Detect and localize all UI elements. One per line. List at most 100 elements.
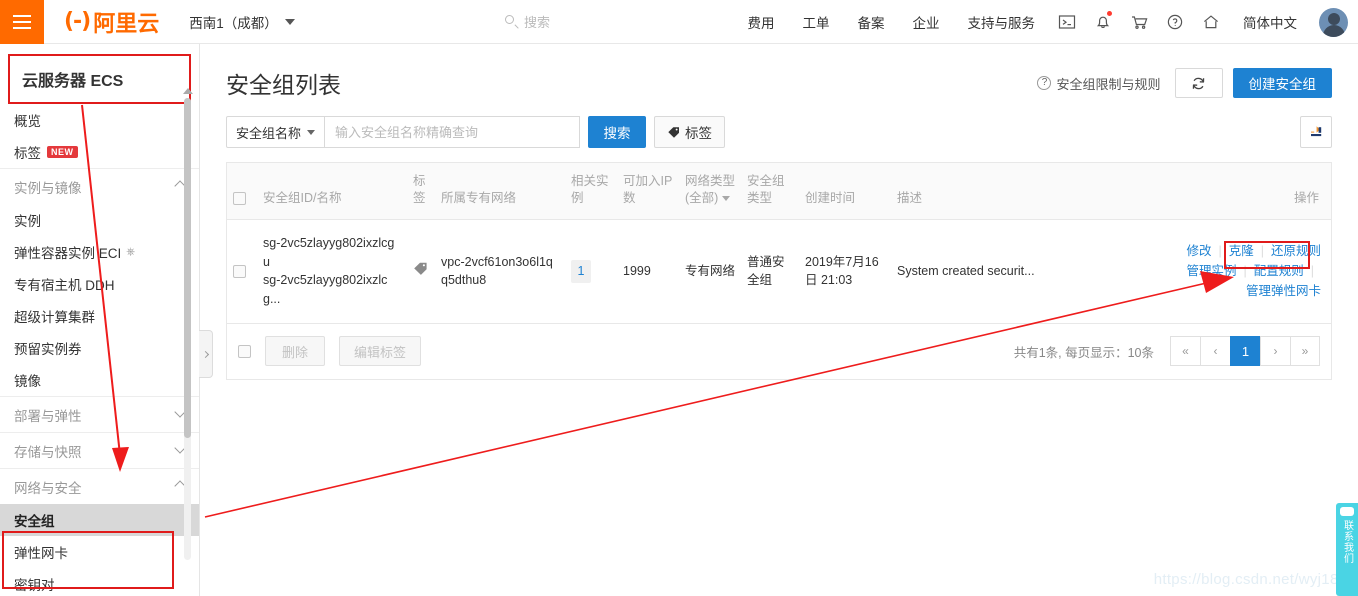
top-nav-item-support[interactable]: 支持与服务 [954,12,1050,32]
hamburger-menu-icon[interactable] [0,0,44,44]
chevron-down-icon [307,129,315,135]
column-header-tag: 标签 [407,163,435,220]
column-header-operations: 操作 [1041,163,1331,220]
external-link-icon: ⎈ [126,245,136,258]
sidebar-item-eci[interactable]: 弹性容器实例 ECI ⎈ [0,236,199,268]
main-content: 安全组列表 ? 安全组限制与规则 创建安全组 安全组名称 输入安全组名称精确查询… [200,44,1358,596]
top-nav-item-icp[interactable]: 备案 [844,12,899,32]
top-nav-item-ticket[interactable]: 工单 [789,12,844,32]
sidebar-scrollbar[interactable] [183,88,193,560]
top-nav-item-fee[interactable]: 费用 [734,12,789,32]
sidebar-group-label: 存储与快照 [14,444,82,460]
app-root: (-) 阿里云 西南1（成都） 搜索 费用 工单 备案 企业 支持与服务 简体中… [0,0,1358,596]
sidebar-group-deploy-elastic[interactable]: 部署与弹性 [0,396,199,432]
sidebar-group-network-security[interactable]: 网络与安全 [0,468,199,504]
sidebar-item-ddh[interactable]: 专有宿主机 DDH [0,268,199,300]
tag-filter-button[interactable]: 标签 [654,116,725,148]
vpc-text: vpc-2vcf61on3o6l1qq5dthu8 [441,254,553,288]
export-icon [1311,126,1322,137]
contact-us-tab[interactable]: 联系我们 [1336,503,1358,596]
product-title: 云服务器 ECS [8,54,191,104]
top-nav-links: 费用 工单 备案 企业 支持与服务 简体中文 [734,0,1358,44]
filter-type-select[interactable]: 安全组名称 [226,116,325,148]
page-last-button[interactable]: » [1290,336,1320,367]
new-badge: NEW [47,146,78,158]
tag-icon[interactable] [413,260,429,276]
filter-type-value: 安全组名称 [236,125,302,141]
page-first-button[interactable]: « [1170,336,1200,367]
question-icon[interactable] [1157,0,1193,44]
total-count-text: 共有1条, 每页显示：10条 [1013,345,1154,360]
sidebar-group-label: 实例与镜像 [14,180,82,196]
action-modify[interactable]: 修改 [1186,241,1211,261]
cell-network-type: 专有网络 [679,219,741,324]
sidebar-item-security-group[interactable]: 安全组 [0,504,199,536]
select-all-checkbox[interactable] [233,192,246,206]
action-manage-instances[interactable]: 管理实例 [1186,261,1236,281]
sidebar-item-label: 安全组 [14,514,55,529]
create-security-group-button[interactable]: 创建安全组 [1232,68,1332,98]
export-button[interactable] [1300,116,1332,148]
row-checkbox[interactable] [233,265,246,279]
sg-id-text: sg-2vc5zlayyg802ixzlcgu [263,235,395,269]
page-prev-button[interactable]: ‹ [1200,336,1230,367]
column-header-network-type[interactable]: 网络类型(全部) [679,163,741,220]
search-input[interactable] [325,116,580,148]
refresh-button[interactable] [1174,68,1223,98]
edit-tag-button[interactable]: 编辑标签 [339,336,422,367]
sidebar-item-label: 实例 [14,214,41,229]
sidebar-item-label: 弹性网卡 [14,546,68,561]
column-header-created: 创建时间 [799,163,891,220]
page-number-1[interactable]: 1 [1230,336,1260,367]
action-configure-rules[interactable]: 配置规则 [1254,261,1304,281]
scrollbar-thumb[interactable] [184,98,191,438]
aliyun-logo[interactable]: (-) 阿里云 [64,6,159,38]
pagination-area: 共有1条, 每页显示：10条 « ‹ 1 › » [1013,336,1320,367]
footer-select-all-checkbox[interactable] [238,344,251,358]
aliyun-logo-text: 阿里云 [93,10,160,36]
aliyun-logo-mark: (-) [64,9,91,34]
page-header: 安全组列表 ? 安全组限制与规则 创建安全组 [200,44,1358,112]
action-restore-rules[interactable]: 还原规则 [1271,241,1321,261]
action-manage-eni[interactable]: 管理弹性网卡 [1246,281,1321,301]
sidebar-item-instance[interactable]: 实例 [0,204,199,236]
sidebar-item-image[interactable]: 镜像 [0,364,199,396]
cell-vpc: vpc-2vcf61on3o6l1qq5dthu8 [435,219,565,324]
sidebar-item-scc[interactable]: 超级计算集群 [0,300,199,332]
sidebar-collapse-handle[interactable] [199,330,213,378]
security-group-limits-link[interactable]: ? 安全组限制与规则 [1037,74,1161,93]
terminal-icon[interactable] [1049,0,1085,44]
sidebar-item-tags[interactable]: 标签 NEW [0,136,199,168]
search-button[interactable]: 搜索 [588,116,646,148]
row-select-cell [227,219,257,324]
top-nav-item-enterprise[interactable]: 企业 [899,12,954,32]
sidebar-item-overview[interactable]: 概览 [0,104,199,136]
sidebar-item-label: 密钥对 [14,578,55,593]
language-selector[interactable]: 简体中文 [1229,12,1311,32]
sg-name-text: sg-2vc5zlayyg802ixzlcg... [263,273,388,306]
delete-button[interactable]: 删除 [265,336,325,367]
action-clone[interactable]: 克隆 [1229,241,1254,261]
global-search[interactable]: 搜索 [505,12,550,31]
cart-icon[interactable] [1121,0,1157,44]
bell-icon[interactable] [1085,0,1121,44]
cell-instances: 1 [565,219,617,324]
region-selector[interactable]: 西南1（成都） [189,12,295,32]
sidebar-item-eni[interactable]: 弹性网卡 [0,536,199,568]
instance-count-badge[interactable]: 1 [571,259,591,283]
user-avatar[interactable] [1319,7,1348,37]
home-icon[interactable] [1193,0,1229,44]
sidebar-item-label: 标签 [14,146,41,161]
select-all-header [227,163,257,220]
operations-row-2: 管理实例 | 配置规则 | [1047,261,1321,281]
refresh-icon [1192,77,1205,89]
page-next-button[interactable]: › [1260,336,1290,367]
sidebar-item-key-pair[interactable]: 密钥对 [0,568,199,596]
sidebar-item-label: 专有宿主机 DDH [14,278,115,293]
column-header-vpc: 所属专有网络 [435,163,565,220]
sidebar-item-label: 预留实例券 [14,342,82,357]
sidebar-group-instances-images[interactable]: 实例与镜像 [0,168,199,204]
sidebar-group-storage-snapshot[interactable]: 存储与快照 [0,432,199,468]
sidebar-item-reserved-instance[interactable]: 预留实例券 [0,332,199,364]
region-label: 西南1（成都） [189,15,278,31]
